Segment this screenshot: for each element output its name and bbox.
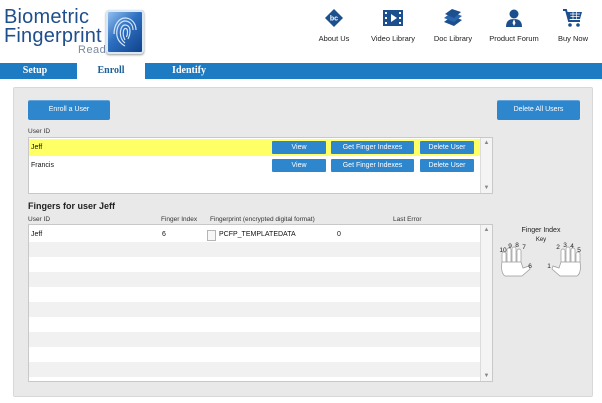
nav-product-forum-label: Product Forum: [489, 34, 539, 43]
finger-index-key: Finger Index Key 10 9 8 7 6 1 2 3 4 5: [496, 224, 586, 284]
table-row: [29, 332, 480, 347]
nav-about-us-label: About Us: [318, 34, 350, 43]
table-row: [29, 317, 480, 332]
table-row: [29, 302, 480, 317]
product-forum-icon: [506, 9, 522, 27]
finger-index: 6: [162, 231, 166, 238]
nav-product-forum[interactable]: Product Forum: [487, 8, 541, 43]
nav-about-us[interactable]: bc About Us: [317, 8, 351, 43]
finger-user-id: Jeff: [31, 231, 43, 238]
table-row: [29, 242, 480, 257]
finger-number-label: 9: [508, 243, 512, 250]
get-finger-indexes-button[interactable]: Get Finger Indexes: [331, 159, 414, 172]
table-row: [29, 362, 480, 377]
finger-number-label: 2: [556, 244, 560, 251]
app-logo: Biometric Fingerprint Reader: [4, 4, 154, 60]
view-button[interactable]: View: [272, 159, 326, 172]
document-icon: [207, 230, 216, 241]
video-library-icon: [383, 10, 403, 26]
delete-all-users-button[interactable]: Delete All Users: [497, 100, 580, 120]
delete-user-button[interactable]: Delete User: [420, 141, 474, 154]
table-row: [29, 287, 480, 302]
fingers-col-last-error: Last Error: [393, 216, 422, 223]
finger-number-label: 6: [528, 263, 532, 270]
users-list: Jeff View Get Finger Indexes Delete User…: [28, 137, 493, 194]
fingerprint-data: PCFP_TEMPLATEDATA: [219, 231, 296, 238]
users-scrollbar[interactable]: ▲ ▼: [480, 138, 492, 193]
last-error: 0: [337, 231, 341, 238]
scroll-up-icon[interactable]: ▲: [481, 225, 492, 235]
finger-key-title: Finger Index: [522, 227, 561, 234]
enroll-user-button[interactable]: Enroll a User: [28, 100, 110, 120]
scroll-down-icon[interactable]: ▼: [481, 183, 492, 193]
table-row: [29, 347, 480, 362]
table-row: [29, 257, 480, 272]
nav-buy-now[interactable]: Buy Now: [554, 8, 592, 43]
users-column-header: User ID: [28, 128, 51, 135]
finger-number-label: 3: [563, 242, 567, 249]
get-finger-indexes-button[interactable]: Get Finger Indexes: [331, 141, 414, 154]
finger-number-label: 5: [577, 247, 581, 254]
nav-doc-library-label: Doc Library: [433, 34, 473, 43]
fingerprint-logo-icon: [106, 10, 144, 54]
tab-bar: Setup Enroll Identify: [0, 63, 602, 79]
view-button[interactable]: View: [272, 141, 326, 154]
hand-icon: [501, 246, 581, 277]
fingers-col-user-id: User ID: [28, 216, 51, 223]
table-row[interactable]: Jeff 6 PCFP_TEMPLATEDATA 0: [29, 227, 480, 242]
table-row: [29, 272, 480, 287]
fingers-section-title: Fingers for user Jeff: [28, 201, 116, 211]
about-us-icon: bc: [325, 9, 343, 27]
finger-number-label: 7: [522, 244, 526, 251]
user-name: Francis: [31, 162, 54, 169]
finger-number-label: 8: [515, 242, 519, 249]
fingers-col-fingerprint: Fingerprint (encrypted digital format): [210, 216, 315, 223]
user-name: Jeff: [31, 144, 43, 151]
finger-number-label: 10: [499, 247, 507, 254]
finger-key-subtitle: Key: [536, 237, 546, 243]
tab-identify[interactable]: Identify: [160, 63, 218, 79]
scroll-up-icon[interactable]: ▲: [481, 138, 492, 148]
nav-video-library-label: Video Library: [370, 34, 416, 43]
finger-number-label: 1: [547, 263, 551, 270]
fingers-scrollbar[interactable]: ▲ ▼: [480, 225, 492, 381]
svg-text:bc: bc: [330, 16, 338, 23]
scroll-down-icon[interactable]: ▼: [481, 371, 492, 381]
nav-video-library[interactable]: Video Library: [367, 8, 419, 43]
tab-enroll[interactable]: Enroll: [77, 63, 145, 79]
nav-buy-now-label: Buy Now: [557, 34, 588, 43]
shopping-cart-icon: [563, 9, 582, 27]
tab-setup[interactable]: Setup: [6, 63, 64, 79]
fingers-table: Jeff 6 PCFP_TEMPLATEDATA 0 ▲ ▼: [28, 224, 493, 382]
delete-user-button[interactable]: Delete User: [420, 159, 474, 172]
nav-doc-library[interactable]: Doc Library: [431, 8, 475, 43]
fingers-col-finger-index: Finger Index: [161, 216, 198, 223]
finger-number-label: 4: [570, 243, 574, 250]
doc-library-icon: [444, 9, 462, 26]
